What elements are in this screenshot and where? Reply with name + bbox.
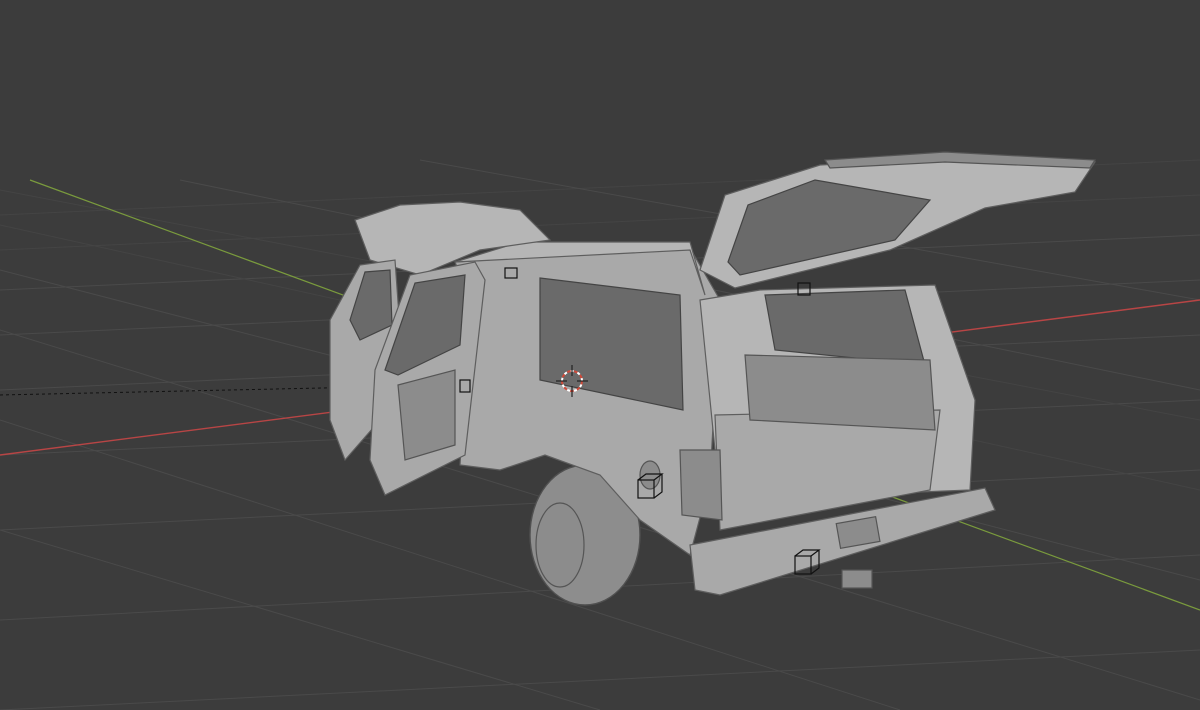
tail-light (679, 449, 723, 521)
3d-viewport[interactable] (0, 0, 1200, 710)
rear-door-panel (397, 369, 456, 461)
cargo-inner-wall (744, 354, 936, 431)
tow-hitch (841, 569, 873, 589)
fuel-cap (639, 460, 661, 490)
viewport-scene[interactable] (0, 0, 1200, 710)
rear-rim (535, 502, 585, 588)
suv-car-model[interactable] (329, 151, 1097, 606)
